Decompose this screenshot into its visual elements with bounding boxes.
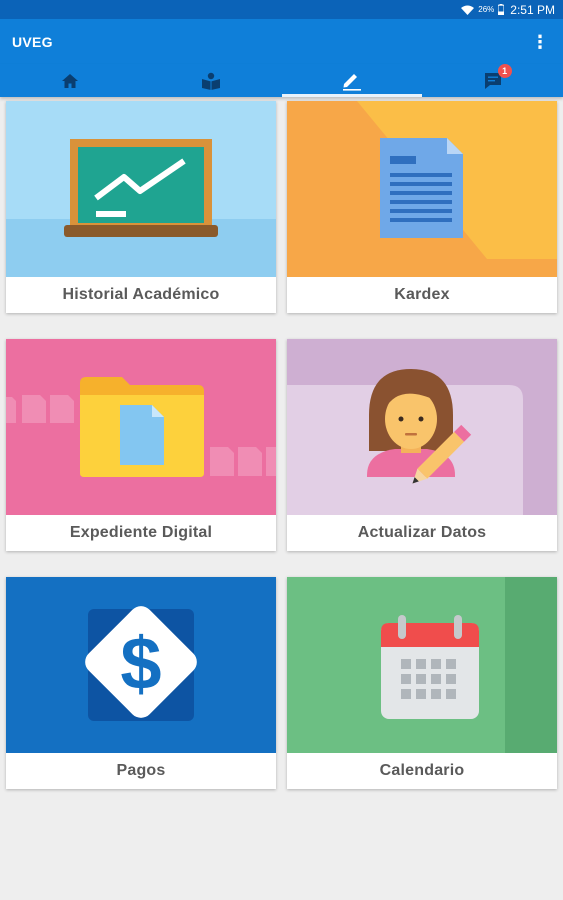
book-icon [202, 72, 221, 90]
card-label: Actualizar Datos [357, 524, 487, 541]
card-art [6, 339, 276, 515]
status-bar: 26% 2:51 PM [0, 0, 563, 19]
card-art [287, 577, 557, 753]
battery-icon [498, 4, 505, 15]
card-art [6, 101, 276, 277]
app-title: UVEG [12, 33, 53, 50]
card-kardex[interactable]: Kardex [287, 101, 557, 313]
tab-messages[interactable]: 1 [422, 63, 563, 97]
tab-courses[interactable] [141, 64, 282, 97]
home-icon [62, 73, 79, 88]
wifi-icon [461, 5, 475, 15]
calendar-icon [287, 577, 557, 753]
tab-bar: 1 [0, 63, 563, 97]
notification-badge: 1 [497, 63, 512, 78]
app-bar: UVEG ⋮ [0, 19, 563, 64]
card-label: Kardex [394, 286, 450, 303]
messages-icon-wrap: 1 [483, 63, 512, 90]
dollar-icon: $ [6, 577, 276, 753]
chalkboard-chart-icon [6, 101, 276, 277]
card-label: Historial Académico [62, 286, 220, 303]
card-actualizar-datos[interactable]: Actualizar Datos [287, 339, 557, 551]
card-label: Expediente Digital [69, 524, 213, 541]
tab-edit[interactable] [281, 64, 423, 97]
pencil-icon [342, 73, 361, 91]
card-calendario[interactable]: Calendario [287, 577, 557, 789]
status-icons: 26% [461, 4, 505, 15]
document-icon [287, 101, 557, 277]
card-label: Calendario [379, 762, 465, 779]
card-art [287, 101, 557, 277]
svg-text:$: $ [120, 622, 161, 705]
card-art: $ [6, 577, 276, 753]
battery-percent: 26% [478, 5, 495, 14]
user-edit-icon [287, 339, 557, 515]
card-historial-academico[interactable]: Historial Académico [6, 101, 276, 313]
card-label: Pagos [116, 762, 166, 779]
card-pagos[interactable]: $ Pagos [6, 577, 276, 789]
tab-home[interactable] [0, 64, 141, 97]
overflow-menu-icon[interactable]: ⋮ [531, 33, 549, 51]
folder-icon [6, 339, 276, 515]
card-art [287, 339, 557, 515]
card-expediente-digital[interactable]: Expediente Digital [6, 339, 276, 551]
status-time: 2:51 PM [510, 2, 555, 17]
